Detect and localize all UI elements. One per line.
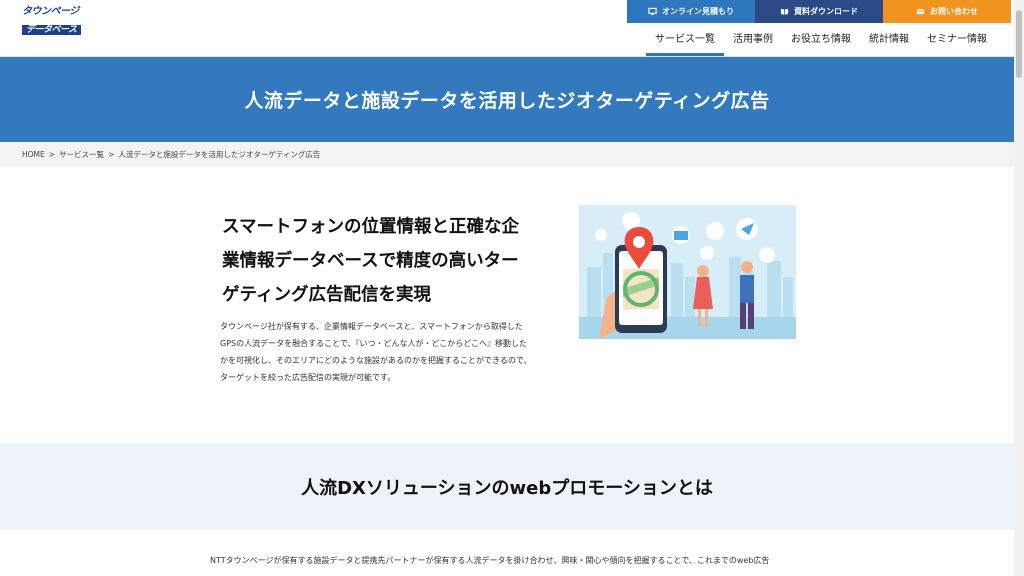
scroll-thumb[interactable] bbox=[1016, 10, 1022, 78]
breadcrumb-current: 人流データと施設データを活用したジオターゲティング広告 bbox=[118, 150, 321, 159]
nav-item-seminars[interactable]: セミナー情報 bbox=[918, 32, 996, 56]
breadcrumb-separator: > bbox=[108, 150, 115, 159]
intro-heading: スマートフォンの位置情報と正確な企 業情報データベースで精度の高いター ゲティン… bbox=[222, 210, 562, 312]
online-estimate-button[interactable]: オンライン見積もり bbox=[627, 0, 755, 23]
top-button-group: オンライン見積もり 資料ダウンロード お問い合わせ bbox=[627, 0, 1011, 23]
site-logo[interactable]: タウンページ データベース bbox=[22, 6, 94, 35]
logo-top-text: タウンページ bbox=[22, 6, 79, 17]
mail-icon bbox=[916, 8, 925, 15]
logo-bottom-text: データベース bbox=[22, 25, 81, 35]
nav-item-services[interactable]: サービス一覧 bbox=[646, 32, 724, 56]
intro-heading-line: スマートフォンの位置情報と正確な企 bbox=[222, 217, 519, 237]
breadcrumb-separator: > bbox=[48, 150, 56, 159]
breadcrumb: HOME > サービス一覧 > 人流データと施設データを活用したジオターゲティン… bbox=[0, 142, 1014, 167]
dx-section-banner: 人流DXソリューションのwebプロモーションとは bbox=[0, 443, 1014, 530]
contact-button[interactable]: お問い合わせ bbox=[883, 0, 1011, 23]
intro-body: タウンページ社が保有する、企業情報データベースと、スマートフォンから取得した G… bbox=[220, 318, 556, 386]
document-download-label: 資料ダウンロード bbox=[794, 7, 858, 16]
hero-banner: 人流データと施設データを活用したジオターゲティング広告 bbox=[0, 57, 1014, 142]
online-estimate-label: オンライン見積もり bbox=[662, 7, 734, 16]
page-title: 人流データと施設データを活用したジオターゲティング広告 bbox=[244, 90, 770, 112]
nav-item-useful-info[interactable]: お役立ち情報 bbox=[782, 32, 860, 56]
intro-body-line: タウンページ社が保有する、企業情報データベースと、スマートフォンから取得した bbox=[220, 322, 523, 331]
nav-item-statistics[interactable]: 統計情報 bbox=[860, 32, 918, 56]
document-download-button[interactable]: 資料ダウンロード bbox=[755, 0, 883, 23]
page: タウンページ データベース オンライン見積もり 資料ダウンロード お問い合わせ … bbox=[0, 0, 1014, 576]
global-nav: サービス一覧 活用事例 お役立ち情報 統計情報 セミナー情報 bbox=[646, 32, 996, 56]
site-header: タウンページ データベース オンライン見積もり 資料ダウンロード お問い合わせ … bbox=[0, 0, 1014, 57]
dx-body-line: NTTタウンページが保有する施設データと提携先パートナーが保有する人流データを掛… bbox=[210, 556, 770, 565]
intro-heading-line: ゲティング広告配信を実現 bbox=[222, 285, 431, 305]
monitor-icon bbox=[648, 7, 657, 15]
dx-section-title: 人流DXソリューションのwebプロモーションとは bbox=[301, 477, 713, 499]
nav-item-case-studies[interactable]: 活用事例 bbox=[724, 32, 782, 56]
intro-body-line: GPSの人流データを融合することで、『いつ・どんな人が・どこからどこへ』移動した bbox=[220, 339, 528, 348]
dx-section-body: NTTタウンページが保有する施設データと提携先パートナーが保有する人流データを掛… bbox=[210, 552, 810, 569]
book-icon bbox=[780, 8, 789, 15]
intro-body-line: かを可視化し、そのエリアにどのような施設があるのかを把握することができるので、 bbox=[220, 356, 532, 365]
intro-heading-line: 業情報データベースで精度の高いター bbox=[222, 251, 519, 271]
intro-body-line: ターゲットを絞った広告配信の実現が可能です。 bbox=[220, 373, 396, 382]
breadcrumb-services[interactable]: サービス一覧 bbox=[59, 149, 104, 160]
breadcrumb-home[interactable]: HOME bbox=[22, 150, 45, 159]
page-scrollbar[interactable] bbox=[1014, 0, 1024, 576]
geo-targeting-illustration bbox=[579, 205, 796, 339]
contact-label: お問い合わせ bbox=[930, 7, 978, 16]
